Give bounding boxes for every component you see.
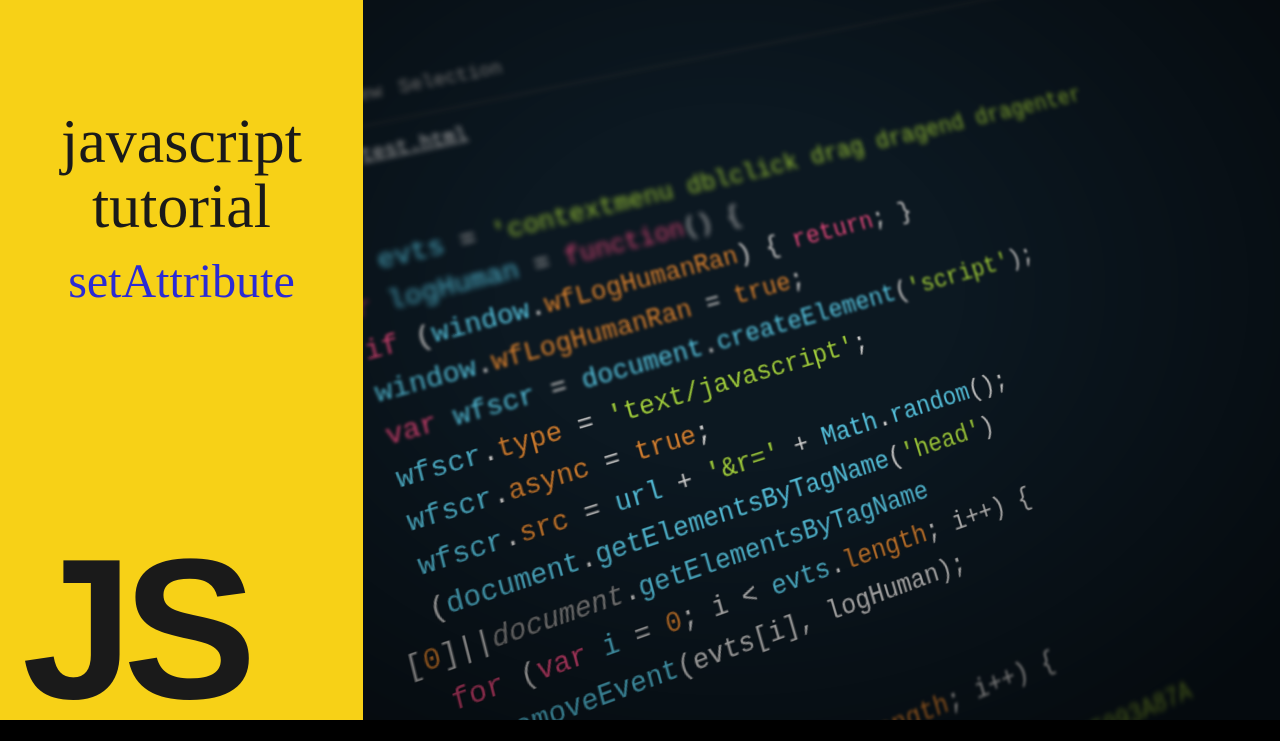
- menu-selection: Selection: [396, 55, 506, 103]
- sidebar-panel: javascript tutorial setAttribute JS: [0, 0, 363, 720]
- subtitle: setAttribute: [20, 254, 343, 309]
- code-editor-photo: iew Selection test.html }; var evts = 'c…: [363, 0, 1280, 720]
- menu-view: iew: [363, 78, 386, 113]
- tab-test-html: test.html: [363, 120, 471, 171]
- js-badge: JS: [0, 550, 247, 720]
- title-line-1: javascript: [20, 110, 343, 175]
- title-line-2: tutorial: [20, 175, 343, 240]
- code-inner: iew Selection test.html }; var evts = 'c…: [363, 0, 1280, 720]
